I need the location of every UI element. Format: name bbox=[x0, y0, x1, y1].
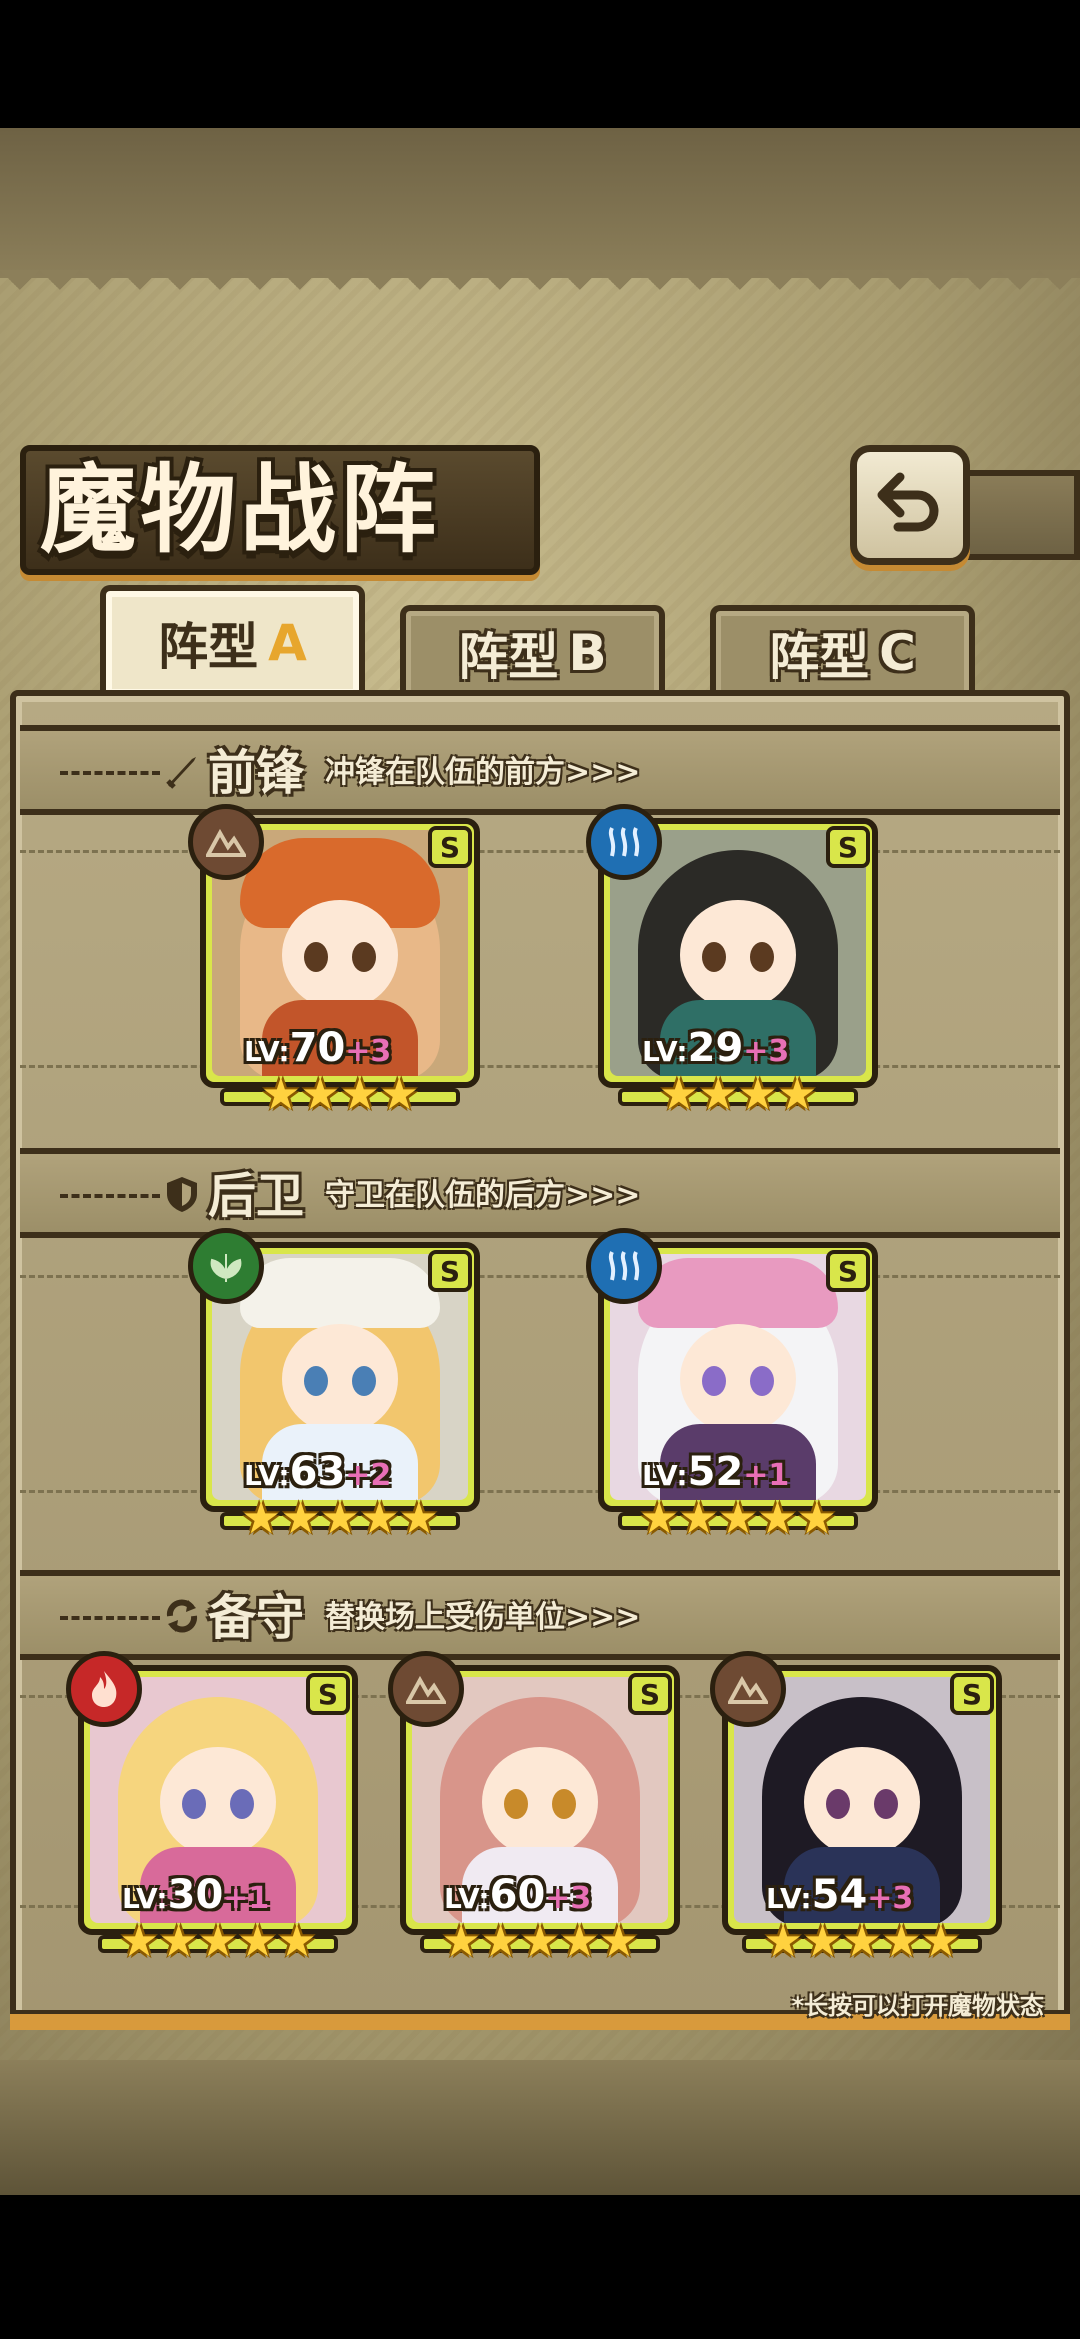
unit-level: LV:29+3 bbox=[642, 1025, 790, 1071]
section-dash bbox=[60, 1616, 160, 1620]
star-rating: ★★★★★ bbox=[98, 1917, 338, 1967]
rarity-badge: S bbox=[306, 1673, 350, 1715]
unit-level: LV:30+1 bbox=[122, 1872, 270, 1918]
long-press-hint: *长按可以打开魔物状态 bbox=[791, 1992, 1044, 2020]
tab-label: 阵型 bbox=[769, 628, 870, 686]
rarity-badge: S bbox=[950, 1673, 994, 1715]
rail-line bbox=[20, 1490, 1060, 1493]
rail-line bbox=[20, 1275, 1060, 1278]
star-rating: ★★★★ bbox=[220, 1070, 460, 1120]
tab-suffix: A bbox=[268, 614, 307, 672]
section-reserve-header: 备守 替换场上受伤单位>>> bbox=[20, 1570, 1060, 1660]
water-element-icon bbox=[586, 1228, 662, 1304]
unit-level: LV:60+3 bbox=[444, 1872, 592, 1918]
earth-element-icon bbox=[710, 1651, 786, 1727]
unit-level: LV:52+1 bbox=[642, 1449, 790, 1495]
zigzag-border bbox=[0, 270, 1080, 310]
star-rating: ★★★★ bbox=[618, 1070, 858, 1120]
background-bottom-band bbox=[0, 2060, 1080, 2195]
rarity-badge: S bbox=[428, 1250, 472, 1292]
swap-icon bbox=[160, 1594, 204, 1638]
earth-element-icon bbox=[388, 1651, 464, 1727]
unit-card-reserve-3[interactable]: S LV:54+3 ★★★★★ bbox=[710, 1651, 1002, 1967]
page-title: 魔物战阵 bbox=[40, 453, 440, 566]
rail-line bbox=[20, 850, 1060, 853]
fire-element-icon bbox=[66, 1651, 142, 1727]
nav-bar-area bbox=[0, 2195, 1080, 2339]
tab-suffix: C bbox=[879, 624, 916, 682]
section-dash bbox=[60, 771, 160, 775]
section-rear-header: 后卫 守卫在队伍的后方>>> bbox=[20, 1148, 1060, 1238]
unit-card-reserve-2[interactable]: S LV:60+3 ★★★★★ bbox=[388, 1651, 680, 1967]
unit-card-front-2[interactable]: S LV:29+3 ★★★★ bbox=[586, 804, 878, 1120]
tab-suffix: B bbox=[568, 624, 607, 682]
section-reserve-desc: 替换场上受伤单位>>> bbox=[325, 1600, 641, 1635]
unit-level: LV:63+2 bbox=[244, 1449, 392, 1495]
tab-label: 阵型 bbox=[458, 628, 559, 686]
background-top-band bbox=[0, 128, 1080, 278]
back-button-tail bbox=[965, 470, 1080, 560]
status-bar-area bbox=[0, 0, 1080, 128]
star-rating: ★★★★★ bbox=[742, 1917, 982, 1967]
unit-card-rear-1[interactable]: S LV:63+2 ★★★★★ bbox=[188, 1228, 480, 1544]
section-rear-desc: 守卫在队伍的后方>>> bbox=[325, 1178, 641, 1213]
star-rating: ★★★★★ bbox=[618, 1494, 858, 1544]
leaf-element-icon bbox=[188, 1228, 264, 1304]
section-reserve-name: 备守 bbox=[208, 1590, 305, 1646]
unit-level: LV:70+3 bbox=[244, 1025, 392, 1071]
rarity-badge: S bbox=[628, 1673, 672, 1715]
unit-card-reserve-1[interactable]: S LV:30+1 ★★★★★ bbox=[66, 1651, 358, 1967]
star-rating: ★★★★★ bbox=[220, 1494, 460, 1544]
unit-card-rear-2[interactable]: S LV:52+1 ★★★★★ bbox=[586, 1228, 878, 1544]
rarity-badge: S bbox=[826, 826, 870, 868]
shield-icon bbox=[160, 1172, 204, 1216]
rarity-badge: S bbox=[428, 826, 472, 868]
tab-formation-c[interactable]: 阵型 C bbox=[710, 605, 975, 695]
tab-formation-b[interactable]: 阵型 B bbox=[400, 605, 665, 695]
water-element-icon bbox=[586, 804, 662, 880]
section-front-header: 前锋 冲锋在队伍的前方>>> bbox=[20, 725, 1060, 815]
sword-icon bbox=[160, 749, 204, 793]
section-rear-name: 后卫 bbox=[208, 1168, 305, 1224]
section-dash bbox=[60, 1194, 160, 1198]
rail-line bbox=[20, 1065, 1060, 1068]
tab-formation-a[interactable]: 阵型 A bbox=[100, 585, 365, 695]
back-button[interactable] bbox=[850, 445, 970, 565]
section-front-desc: 冲锋在队伍的前方>>> bbox=[325, 755, 641, 790]
tab-label: 阵型 bbox=[158, 618, 259, 676]
section-front-name: 前锋 bbox=[208, 745, 305, 801]
unit-level: LV:54+3 bbox=[766, 1872, 914, 1918]
return-arrow-icon bbox=[877, 472, 939, 532]
earth-element-icon bbox=[188, 804, 264, 880]
unit-card-front-1[interactable]: S LV:70+3 ★★★★ bbox=[188, 804, 480, 1120]
rarity-badge: S bbox=[826, 1250, 870, 1292]
star-rating: ★★★★★ bbox=[420, 1917, 660, 1967]
